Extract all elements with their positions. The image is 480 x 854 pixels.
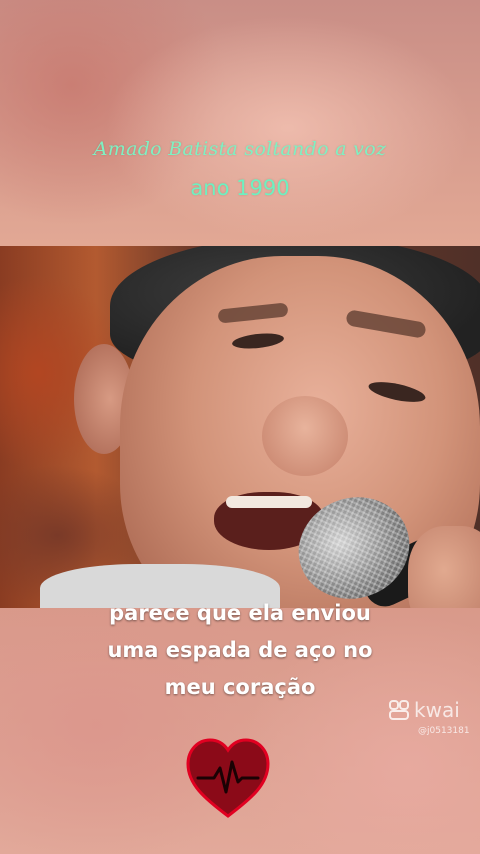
kwai-user-handle: @j0513181 (418, 726, 470, 736)
singer-nose (262, 396, 348, 476)
video-frame[interactable] (0, 246, 480, 608)
heart-heartbeat-icon (186, 738, 270, 818)
overlay-year: ano 1990 (190, 176, 290, 200)
kwai-logo-icon (389, 700, 409, 720)
singer-teeth (226, 496, 312, 508)
lyrics-subtitle: parece que ela enviou uma espada de aço … (0, 595, 480, 706)
kwai-watermark: kwai (388, 698, 460, 722)
subtitle-line-2: uma espada de aço no (107, 638, 373, 662)
subtitle-line-1: parece que ela enviou (109, 601, 371, 625)
overlay-title: Amado Batista soltando a voz (93, 138, 387, 160)
kwai-brand-text: kwai (414, 698, 460, 722)
